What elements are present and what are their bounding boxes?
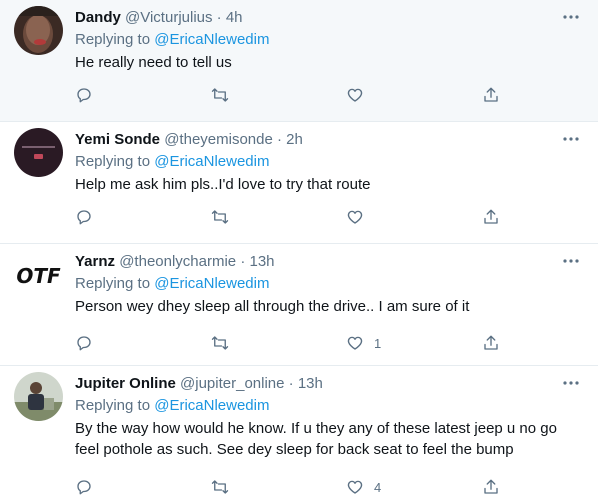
timestamp[interactable]: 13h: [250, 253, 275, 270]
avatar-image: [14, 128, 63, 177]
display-name[interactable]: Yemi Sonde: [75, 131, 160, 148]
tweet-actions: 1: [75, 332, 584, 354]
tweet[interactable]: Yemi Sonde @theyemisonde · 2h Replying t…: [0, 122, 598, 244]
retweet-button[interactable]: [210, 332, 230, 354]
tweet-header: Jupiter Online @jupiter_online · 13h: [75, 374, 584, 394]
share-button[interactable]: [482, 84, 500, 106]
like-count: 4: [374, 479, 382, 495]
replying-to: Replying to @EricaNlewedim: [75, 30, 584, 50]
avatar[interactable]: [14, 372, 63, 421]
like-icon: [347, 210, 363, 224]
more-icon[interactable]: [562, 374, 580, 392]
more-icon[interactable]: [562, 8, 580, 26]
display-name[interactable]: Yarnz: [75, 253, 115, 270]
share-button[interactable]: [482, 206, 500, 228]
retweet-icon: [211, 480, 229, 494]
tweet[interactable]: Dandy @Victurjulius · 4h Replying to @Er…: [0, 0, 598, 122]
avatar[interactable]: [14, 6, 63, 55]
tweet-header: Yemi Sonde @theyemisonde · 2h: [75, 130, 584, 150]
retweet-icon: [211, 210, 229, 224]
replying-to: Replying to @EricaNlewedim: [75, 396, 584, 416]
retweet-icon: [211, 336, 229, 350]
like-button[interactable]: [346, 206, 374, 228]
tweet[interactable]: Jupiter Online @jupiter_online · 13h Rep…: [0, 366, 598, 495]
mention-link[interactable]: @EricaNlewedim: [154, 275, 269, 292]
mention-link[interactable]: @EricaNlewedim: [154, 397, 269, 414]
retweet-icon: [211, 88, 229, 102]
reply-icon: [77, 210, 91, 225]
tweet-text: Help me ask him pls..I'd love to try tha…: [75, 176, 371, 193]
timestamp[interactable]: 4h: [226, 9, 243, 26]
tweet-text: He really need to tell us: [75, 54, 232, 71]
replying-to-label: Replying to: [75, 397, 151, 414]
share-icon: [484, 479, 498, 494]
reply-icon: [77, 480, 91, 495]
avatar-logo-text: OTF: [16, 264, 61, 288]
replying-to-label: Replying to: [75, 275, 151, 292]
display-name[interactable]: Dandy: [75, 9, 121, 26]
reply-button[interactable]: [75, 206, 93, 228]
separator-dot: ·: [216, 9, 222, 26]
retweet-button[interactable]: [210, 84, 230, 106]
tweet-header: Yarnz @theonlycharmie · 13h: [75, 252, 584, 272]
avatar-image: [14, 6, 63, 55]
separator-dot: ·: [277, 131, 282, 148]
user-handle[interactable]: @jupiter_online: [180, 375, 284, 392]
retweet-button[interactable]: [210, 206, 230, 228]
tweet-text: By the way how would he know. If u they …: [75, 420, 557, 458]
like-icon: [347, 88, 363, 102]
tweet-actions: [75, 84, 584, 106]
share-icon: [484, 87, 498, 102]
tweet-text: Person wey dhey sleep all through the dr…: [75, 298, 470, 315]
timestamp[interactable]: 13h: [298, 375, 323, 392]
separator-dot: ·: [288, 375, 294, 392]
share-button[interactable]: [482, 332, 500, 354]
share-icon: [484, 209, 498, 224]
like-button[interactable]: [346, 84, 374, 106]
tweet[interactable]: OTF Yarnz @theonlycharmie · 13h Replying…: [0, 244, 598, 366]
mention-link[interactable]: @EricaNlewedim: [154, 31, 269, 48]
user-handle[interactable]: @theyemisonde: [164, 131, 273, 148]
reply-button[interactable]: [75, 332, 93, 354]
like-icon: [347, 336, 363, 350]
more-icon[interactable]: [562, 252, 580, 270]
reply-button[interactable]: [75, 84, 93, 106]
reply-icon: [77, 88, 91, 103]
user-handle[interactable]: @theonlycharmie: [119, 253, 236, 270]
share-icon: [484, 335, 498, 350]
tweet-actions: [75, 206, 584, 228]
avatar-image: OTF: [14, 250, 63, 299]
avatar[interactable]: [14, 128, 63, 177]
replying-to-label: Replying to: [75, 31, 151, 48]
avatar-image: [14, 372, 63, 421]
user-handle[interactable]: @Victurjulius: [125, 9, 212, 26]
like-count: 1: [374, 335, 382, 351]
like-button[interactable]: 1: [346, 332, 381, 354]
tweet-header: Dandy @Victurjulius · 4h: [75, 8, 584, 28]
mention-link[interactable]: @EricaNlewedim: [154, 153, 269, 170]
reply-icon: [77, 336, 91, 351]
more-icon[interactable]: [562, 130, 580, 148]
separator-dot: ·: [240, 253, 246, 270]
like-icon: [347, 480, 363, 494]
avatar[interactable]: OTF: [14, 250, 63, 299]
timestamp[interactable]: 2h: [286, 131, 303, 148]
replying-to: Replying to @EricaNlewedim: [75, 274, 584, 294]
replying-to-label: Replying to: [75, 153, 151, 170]
display-name[interactable]: Jupiter Online: [75, 375, 176, 392]
replying-to: Replying to @EricaNlewedim: [75, 152, 584, 172]
